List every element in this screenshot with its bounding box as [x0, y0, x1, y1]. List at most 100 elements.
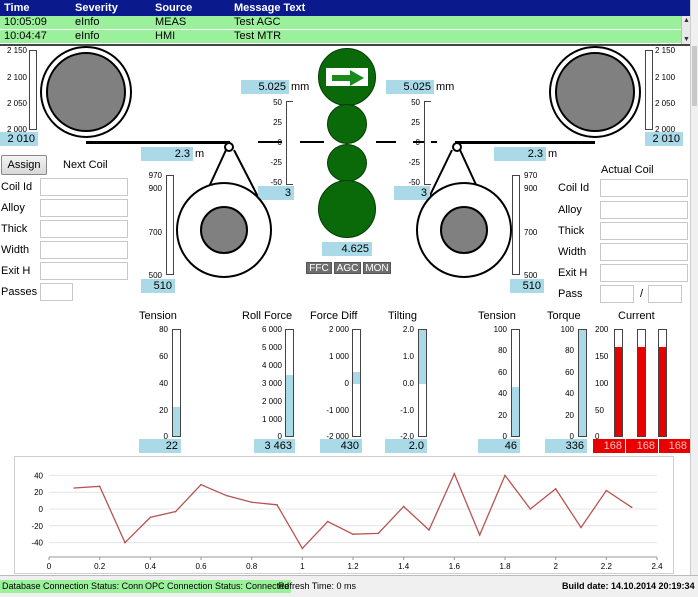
current-bar-2 [637, 329, 646, 437]
force-diff-value: 430 [320, 439, 362, 453]
field-label: Coil Id [1, 181, 33, 193]
opc-status: OPC Connection Status: Connected [143, 580, 292, 593]
scale-label: 200 [595, 325, 609, 334]
roll-gap-value: 4.625 [322, 242, 372, 256]
scale-label: 40 [565, 389, 574, 398]
right-arrow-icon [325, 67, 369, 87]
scale-label: 700 [524, 228, 538, 237]
next-exit-h-input[interactable] [40, 262, 128, 280]
scale-label: 150 [595, 352, 609, 361]
x-tick-label: 1.6 [449, 562, 461, 571]
scale-label: 80 [498, 346, 507, 355]
torque-fill [579, 330, 586, 436]
scale-label: 60 [498, 368, 507, 377]
right-coil [416, 182, 512, 278]
pass-separator: / [640, 288, 644, 300]
scale-label: 100 [595, 379, 609, 388]
current-value: 168 [626, 439, 658, 453]
scale-label: 60 [565, 368, 574, 377]
scale-label: 25 [273, 118, 282, 127]
right-coil-bar [512, 175, 520, 275]
actual-pass-input[interactable] [600, 285, 634, 303]
data-point [149, 516, 152, 519]
data-point [225, 494, 228, 497]
tension-left-fill [173, 406, 180, 436]
torque-bar [578, 329, 587, 437]
next-thick-input[interactable] [40, 220, 128, 238]
next-width-input[interactable] [40, 241, 128, 259]
scale-label: 80 [565, 346, 574, 355]
data-point [453, 472, 456, 475]
actual-width-input[interactable] [600, 243, 688, 261]
scale-label: 4 000 [261, 361, 282, 370]
data-point [504, 474, 506, 477]
x-tick-label: 1.2 [347, 562, 359, 571]
total-pass-input[interactable] [648, 285, 682, 303]
scale-label: 2 000 [261, 397, 282, 406]
field-label: Alloy [558, 204, 582, 216]
next-passes-input[interactable] [40, 283, 73, 301]
data-point [200, 483, 202, 486]
gauge-title: Roll Force [242, 310, 293, 322]
data-point [250, 501, 253, 504]
scale-label: 3 000 [261, 379, 282, 388]
scale-label: 2 000 [328, 325, 349, 334]
scale-label: -1 000 [326, 406, 349, 415]
next-coil-id-input[interactable] [40, 178, 128, 196]
actual-alloy-input[interactable] [600, 201, 688, 219]
data-point [630, 506, 633, 509]
scale-label: 40 [498, 389, 507, 398]
scale-label: 20 [159, 406, 168, 415]
scale-label: 0 [277, 138, 282, 147]
left-coil [176, 182, 272, 278]
ffc-indicator[interactable]: FFC [306, 262, 332, 274]
scale-label: 2.0 [402, 325, 414, 334]
scale-label: 50 [411, 98, 420, 107]
mon-indicator[interactable]: MON [363, 262, 391, 274]
scale-label: 1.0 [402, 352, 414, 361]
agc-indicator[interactable]: AGC [334, 262, 361, 274]
trend-chart-panel: 40 20 0 -20 -40 0 0.2 0.4 0.6 0.8 1 1.2 1.4 1.6 1.8 2 2.… [14, 456, 674, 574]
current-bar-3 [658, 329, 667, 437]
actual-coil-id-input[interactable] [600, 179, 688, 197]
unit-label: mm [436, 81, 455, 93]
gauge-title: Tension [478, 310, 516, 322]
y-tick-label: 40 [34, 471, 43, 480]
x-tick-label: 2 [553, 562, 558, 571]
build-date: Build date: 14.10.2014 20:19:34 [562, 581, 695, 591]
tilting-bar [418, 329, 427, 437]
scale-label: 6 000 [261, 325, 282, 334]
direction-button[interactable] [318, 48, 376, 106]
tilting-value: 2.0 [385, 439, 427, 453]
left-coil-bar [166, 175, 174, 275]
x-tick-label: 0 [47, 562, 52, 571]
gauge-title: Torque [547, 310, 581, 322]
assign-button[interactable]: Assign [1, 155, 47, 175]
actual-thick-input[interactable] [600, 222, 688, 240]
scale-label: 0 [344, 379, 349, 388]
data-point [73, 487, 76, 489]
work-roll-top [327, 104, 367, 144]
scale-label: 900 [524, 184, 538, 193]
x-tick-label: 0.2 [94, 562, 106, 571]
scale-label: -1.0 [400, 406, 414, 415]
scale-label: 20 [498, 411, 507, 420]
x-tick-label: 0.8 [246, 562, 258, 571]
data-point [301, 547, 304, 550]
current-value: 168 [659, 439, 690, 453]
actual-exit-h-input[interactable] [600, 264, 688, 282]
field-label: Thick [558, 225, 585, 237]
x-tick-label: 0.4 [145, 562, 157, 571]
scale-label: 100 [493, 325, 507, 334]
unit-label: mm [291, 81, 310, 93]
field-label: Exit H [1, 265, 31, 277]
left-thickness-value: 5.025 [241, 80, 289, 94]
right-thickness-deviation: 3 [394, 186, 430, 200]
field-label: Coil Id [558, 182, 590, 194]
scale-label: 40 [159, 379, 168, 388]
torque-value: 336 [545, 439, 587, 453]
refresh-time: Refresh Time: 0 ms [278, 581, 357, 591]
data-point [174, 510, 177, 513]
next-alloy-input[interactable] [40, 199, 128, 217]
left-thickness-bar [286, 101, 293, 185]
